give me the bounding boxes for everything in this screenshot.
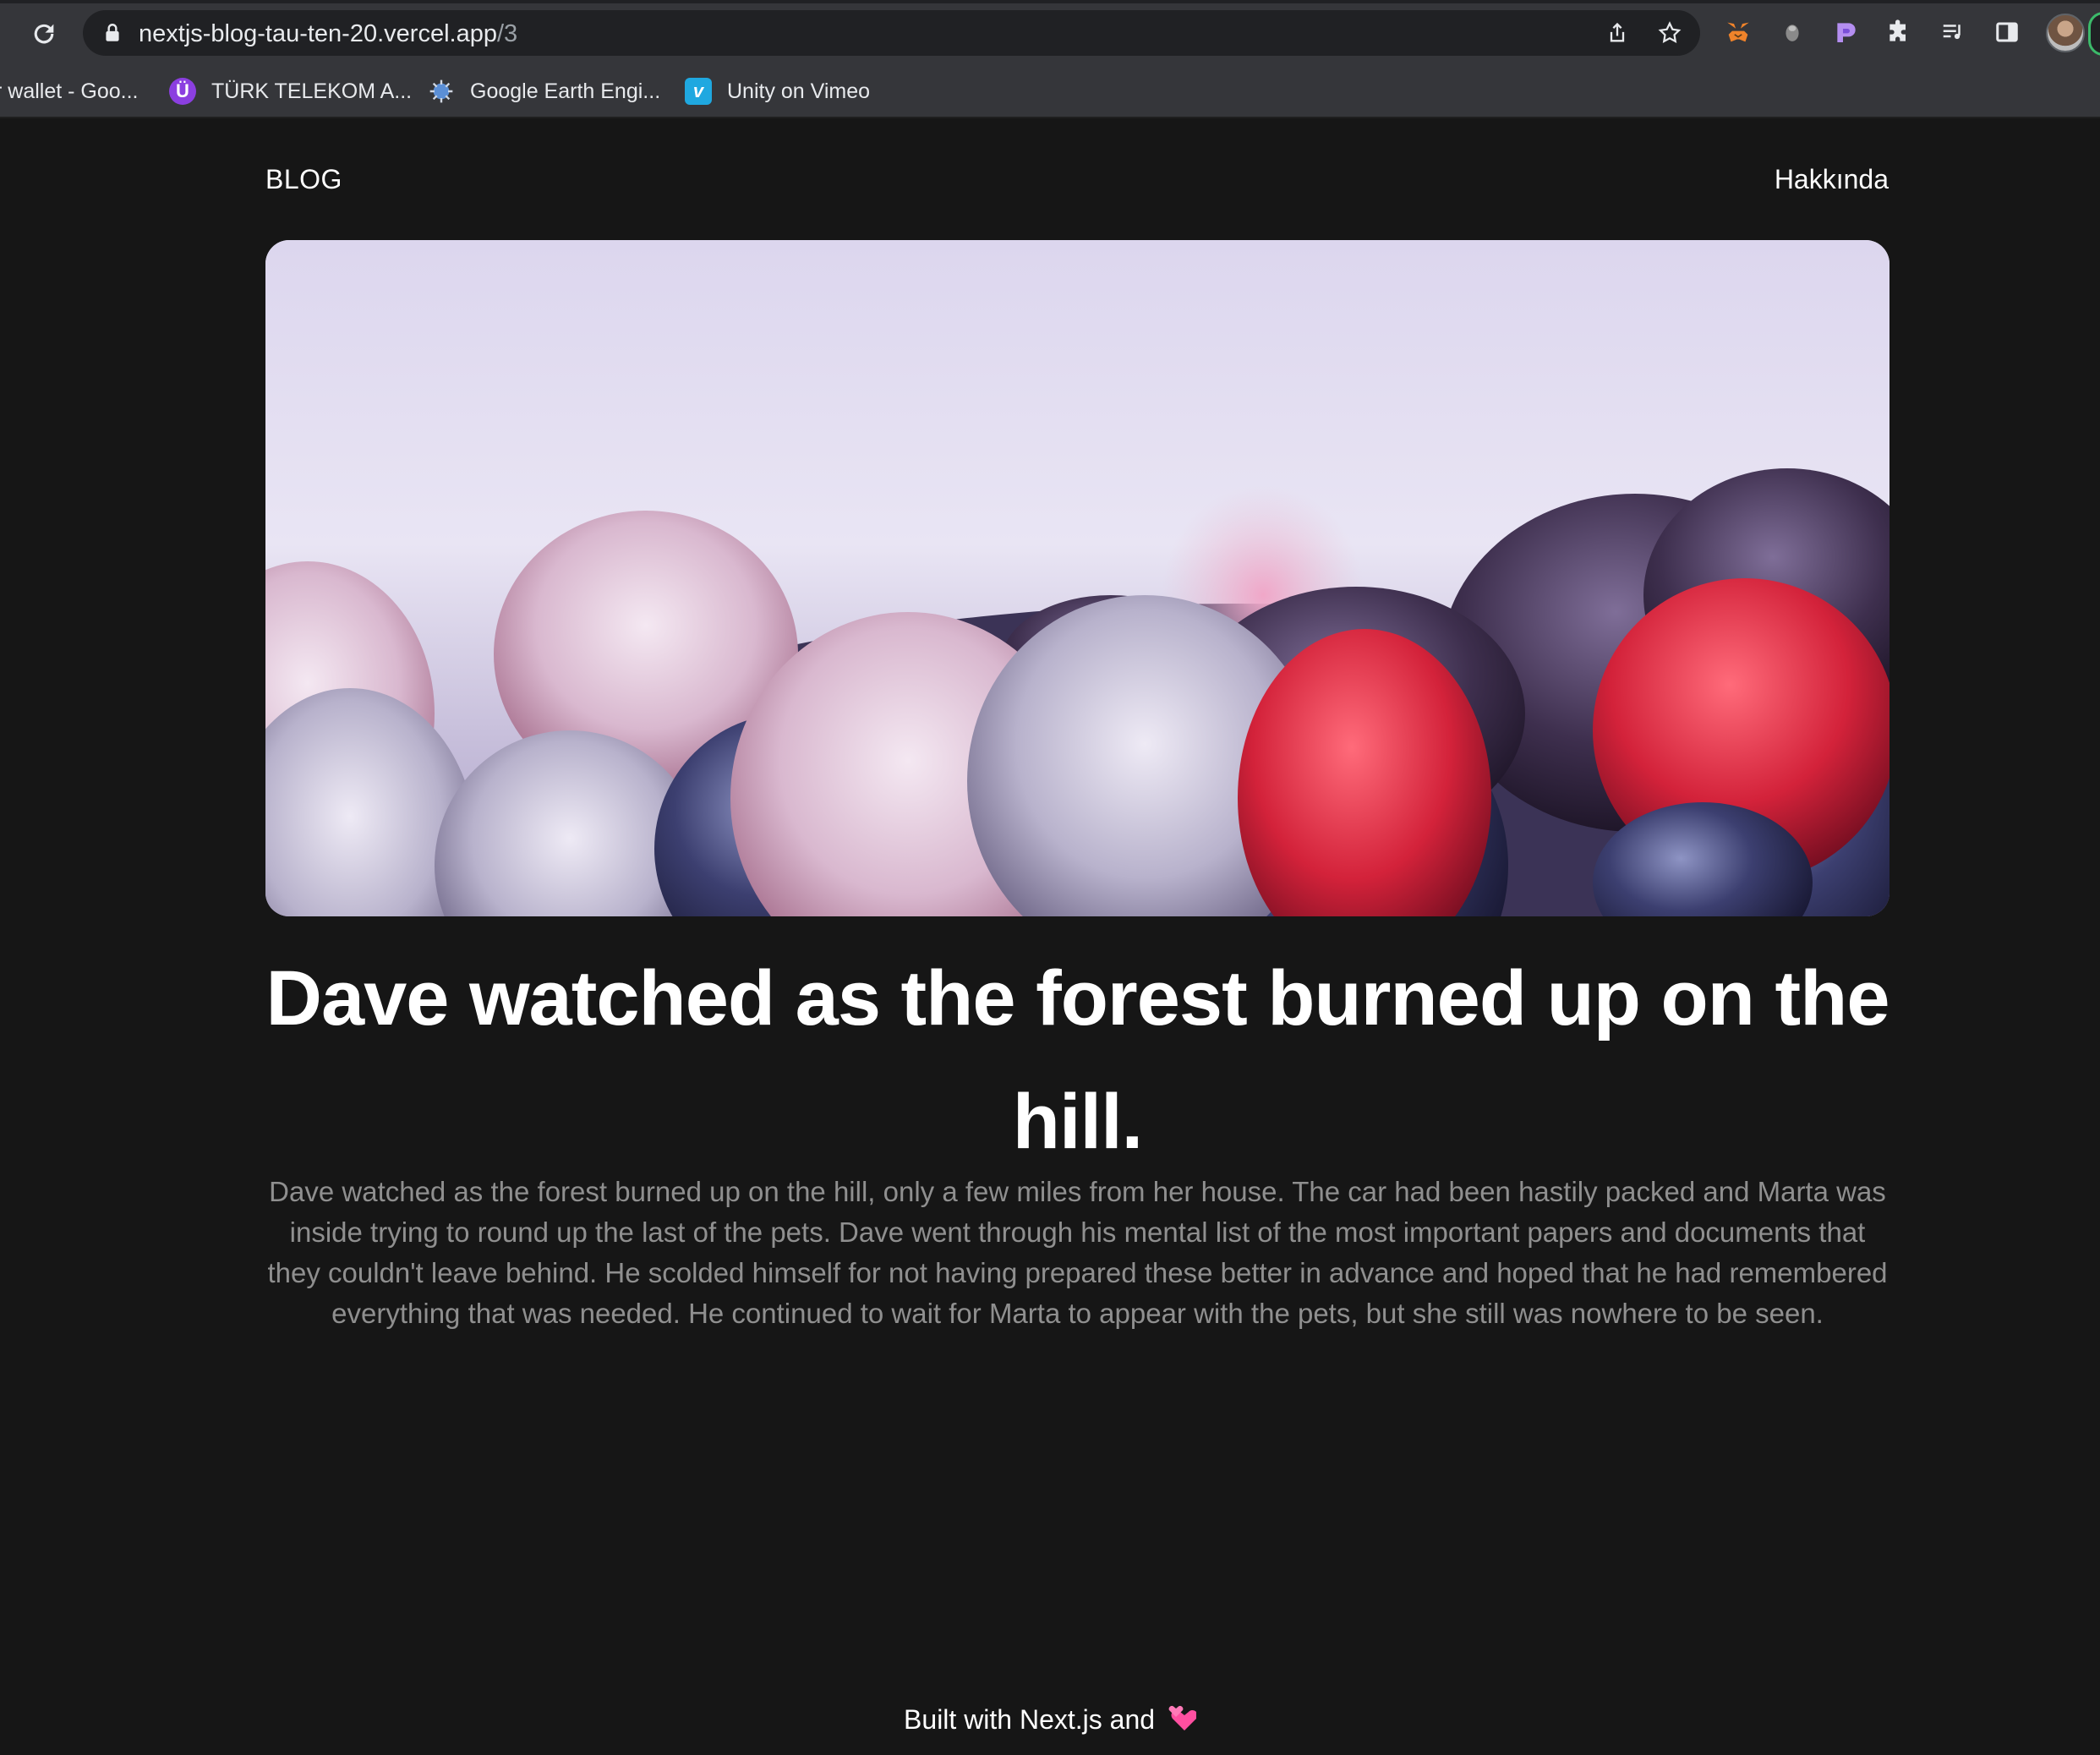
bookmark-google-wallet[interactable]: r wallet - Goo... [0,74,139,108]
post-body: Dave watched as the forest burned up on … [267,1176,1888,1329]
browser-toolbar: nextjs-blog-tau-ten-20.vercel.app/3 [0,0,2100,64]
vimeo-icon: v [685,78,712,105]
bookmarks-bar: r wallet - Goo... Ü TÜRK TELEKOM A... Go… [0,64,2100,118]
puzzle-icon[interactable] [1882,15,1916,49]
footer: Built with Next.js and [0,1704,2100,1739]
bookmark-unity-vimeo[interactable]: v Unity on Vimeo [685,74,870,108]
bookmark-label: r wallet - Goo... [0,79,139,103]
bookmark-label: Unity on Vimeo [727,79,871,103]
profile-avatar[interactable] [2046,14,2085,52]
frozen-berries-illustration [265,240,1889,916]
side-panel-icon[interactable] [1990,15,2024,49]
tab-strip-edge [0,0,2100,3]
reload-icon[interactable] [25,15,63,52]
turk-telekom-icon: Ü [169,78,196,105]
url-host: nextjs-blog-tau-ten-20.vercel.app [139,20,497,47]
lock-icon[interactable] [101,22,123,44]
address-bar[interactable]: nextjs-blog-tau-ten-20.vercel.app/3 [83,10,1700,56]
bookmark-google-earth-engine[interactable]: Google Earth Engi... [428,74,660,108]
share-icon[interactable] [1603,19,1632,47]
profile-sync-indicator[interactable] [2088,12,2100,56]
metamask-icon[interactable] [1721,15,1755,49]
url-text[interactable]: nextjs-blog-tau-ten-20.vercel.app/3 [139,20,517,48]
post-title: Dave watched as the forest burned up on … [265,955,1890,1165]
bookmark-label: Google Earth Engi... [470,79,661,103]
hero-image [265,240,1889,916]
footer-text: Built with Next.js and [904,1704,1156,1735]
bookmark-label: TÜRK TELEKOM A... [211,79,413,103]
google-earth-engine-icon [428,78,455,105]
two-hearts-icon [1168,1705,1198,1739]
extension-icon[interactable] [1829,15,1863,49]
extension-icon[interactable] [1775,15,1809,49]
bookmark-turk-telekom[interactable]: Ü TÜRK TELEKOM A... [169,74,412,108]
nav-about-link[interactable]: Hakkında [1775,164,1889,195]
media-icon[interactable] [1936,15,1970,49]
nav-brand-link[interactable]: BLOG [265,164,342,195]
url-path: /3 [496,20,518,47]
star-icon[interactable] [1655,19,1684,47]
